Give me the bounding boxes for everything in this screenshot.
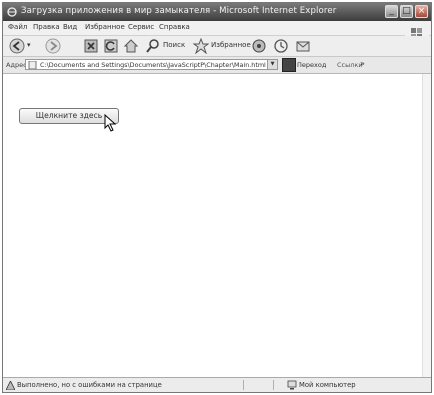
browser-window: Загрузка приложения в мир замыкателя - M… [2,2,432,393]
computer-icon [287,380,297,390]
minimize-button[interactable]: _ [385,5,398,18]
menu-favorites[interactable]: Избранное [85,23,125,31]
menu-bar: Файл Правка Вид Избранное Сервис Справка [3,21,431,36]
history-icon[interactable] [273,38,289,54]
mail-icon[interactable] [295,38,311,54]
search-icon[interactable] [145,38,161,54]
home-icon[interactable] [123,38,139,54]
favorites-label[interactable]: Избранное [211,41,251,49]
mouse-cursor-icon [104,114,117,132]
warning-icon[interactable] [6,381,15,390]
links-chevron-icon[interactable]: » [360,59,365,68]
window-title: Загрузка приложения в мир замыкателя - M… [21,6,337,16]
favorites-star-icon[interactable] [193,38,209,54]
status-text: Выполнено, но с ошибками на странице [17,381,162,389]
refresh-icon[interactable] [103,38,119,54]
links-label[interactable]: Ссылки [337,61,363,69]
maximize-button[interactable]: □ [400,5,413,18]
vertical-scrollbar[interactable] [422,74,431,379]
address-dropdown-icon[interactable]: ▼ [267,60,277,69]
toolbar: ▾ Поиск Избранное [3,36,431,57]
ie-logo-icon [7,7,17,17]
search-label[interactable]: Поиск [163,41,185,49]
close-icon: × [417,6,426,16]
status-divider [273,380,274,390]
page-icon [28,61,37,69]
maximize-icon: □ [402,6,411,16]
go-arrow-icon[interactable] [282,58,296,72]
menu-tools[interactable]: Сервис [128,23,154,31]
stop-icon[interactable] [83,38,99,54]
status-bar: Выполнено, но с ошибками на странице Мой… [3,377,431,392]
menu-view[interactable]: Вид [63,23,77,31]
title-bar: Загрузка приложения в мир замыкателя - M… [3,3,431,21]
address-url: C:\Documents and Settings\Documents\Java… [40,61,266,69]
forward-arrow-icon[interactable] [45,38,61,54]
address-bar: Адрес: C:\Documents and Settings\Documen… [3,57,431,74]
close-button[interactable]: × [415,5,428,18]
security-zone: Мой компьютер [299,381,356,389]
go-button[interactable]: Переход [297,61,326,69]
menu-help[interactable]: Справка [159,23,190,31]
minimize-icon: _ [389,6,394,16]
page-content: Щелкните здесь [3,74,431,379]
back-dropdown-icon[interactable]: ▾ [27,41,31,49]
back-arrow-icon[interactable] [9,38,25,54]
address-input[interactable]: C:\Documents and Settings\Documents\Java… [25,59,278,70]
menu-file[interactable]: Файл [8,23,27,31]
media-icon[interactable] [251,38,267,54]
menu-edit[interactable]: Правка [33,23,60,31]
status-divider [243,380,244,390]
